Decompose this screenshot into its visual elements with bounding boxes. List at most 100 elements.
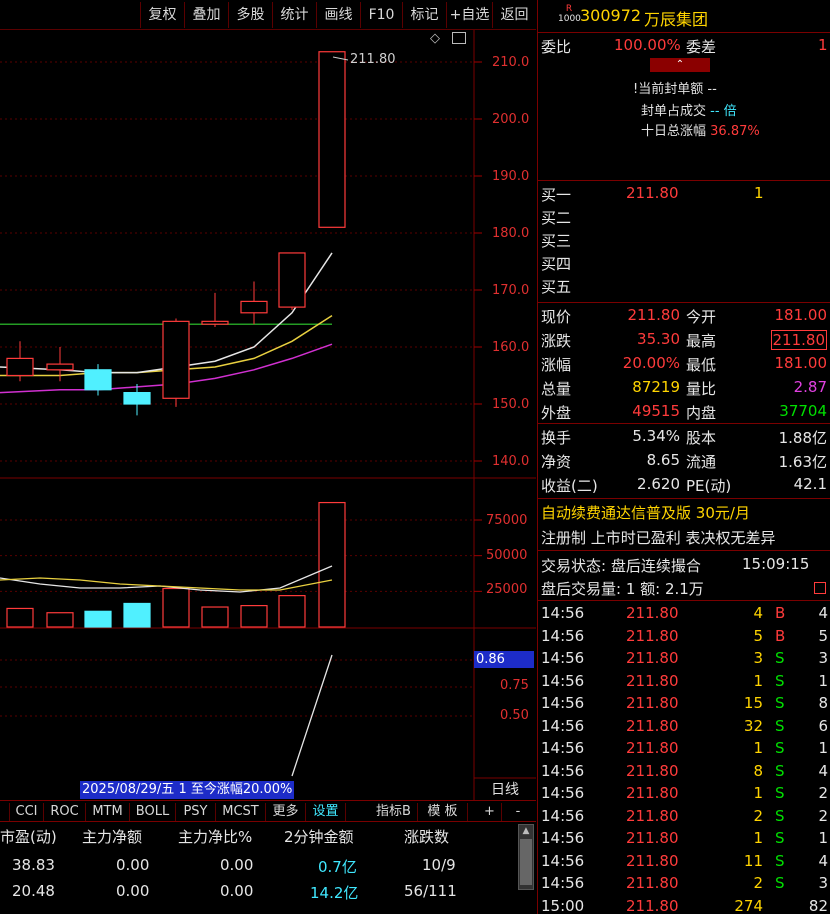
scroll-thumb[interactable]: [520, 839, 532, 885]
volume-bar: [278, 595, 306, 628]
table-scrollbar[interactable]: ▲: [518, 824, 534, 890]
tick-time: 14:56: [541, 604, 585, 622]
tick-volume: 1: [753, 829, 763, 847]
quote-value: 37704: [779, 402, 827, 420]
tick-count: 2: [818, 784, 828, 802]
f10-button[interactable]: F10: [360, 2, 402, 28]
fund-label: 流通: [686, 453, 717, 471]
fund-label: 净资: [541, 453, 572, 471]
tick-count: 82: [808, 896, 828, 914]
tick-time: 14:56: [541, 874, 585, 892]
tick-volume: 1: [753, 739, 763, 757]
tab-indicator-b[interactable]: 指标B: [370, 803, 418, 821]
table-header: 市盈(动): [0, 828, 57, 846]
seal-amount-row: !当前封单额 --: [633, 78, 717, 97]
fund-value: 1.88亿: [778, 429, 827, 447]
stock-name: 万辰集团: [644, 10, 709, 29]
price-tick: 190.0: [492, 169, 530, 184]
tick-direction: S: [775, 671, 785, 690]
quote-value: 211.80: [627, 306, 681, 324]
table-header: 主力净比%: [178, 828, 253, 846]
expand-toggle-button[interactable]: ⌃: [650, 58, 710, 72]
tick-price: 211.80: [626, 829, 679, 847]
tick-direction: S: [775, 806, 785, 825]
quote-panel: R 1000 300972 万辰集团 委比 100.00% 委差 1 ⌃ !当前…: [537, 0, 830, 914]
tick-count: 4: [818, 761, 828, 780]
tab-cci[interactable]: CCI: [10, 803, 44, 821]
quote-value: 211.80: [770, 330, 827, 350]
draw-line-button[interactable]: 画线: [316, 2, 360, 28]
volume-tick: 25000: [486, 582, 528, 597]
seal-ratio-label: 封单占成交: [641, 104, 707, 119]
tick-price: 211.80: [626, 784, 679, 802]
tab-mtm[interactable]: MTM: [86, 803, 130, 821]
kline-chart[interactable]: [0, 30, 536, 800]
tick-price: 211.80: [626, 671, 679, 690]
tab-partial[interactable]: [0, 803, 10, 821]
tick-time: 14:56: [541, 649, 585, 667]
tick-price: 211.80: [626, 806, 679, 825]
tab-template[interactable]: 模 板: [418, 803, 468, 821]
after-hours-volume: 盘后交易量: 1 额: 2.1万: [541, 580, 704, 598]
tick-direction: S: [775, 694, 785, 712]
fund-value: 8.65: [646, 451, 680, 469]
tick-volume: 11: [743, 851, 763, 870]
price-tick: 150.0: [492, 397, 530, 412]
tab-settings[interactable]: 设置: [306, 803, 346, 821]
tick-volume: 2: [753, 806, 763, 825]
fund-label: 股本: [686, 429, 717, 447]
zoom-out-button[interactable]: -: [506, 803, 530, 821]
bid-price: 211.80: [626, 184, 679, 202]
bid-label: 买二: [541, 209, 572, 227]
tick-time: 14:56: [541, 851, 585, 870]
tick-direction: S: [775, 829, 785, 847]
table-cell: 0.00: [116, 882, 150, 900]
overlay-button[interactable]: 叠加: [184, 2, 228, 28]
quote-value: 181.00: [774, 354, 828, 372]
tick-price: 211.80: [626, 874, 679, 892]
quote-value: 87219: [632, 378, 680, 396]
fund-label: 收益(二): [541, 477, 598, 495]
multi-stock-button[interactable]: 多股: [228, 2, 272, 28]
tick-time: 14:56: [541, 716, 585, 735]
period-label[interactable]: 日线: [474, 780, 536, 800]
candle-body: [318, 51, 346, 228]
tick-count: 4: [818, 604, 828, 622]
tab-more[interactable]: 更多: [266, 803, 306, 821]
badge-bottom: 1000: [558, 14, 581, 24]
max-price-label: 211.80: [350, 52, 396, 67]
tick-volume: 2: [753, 874, 763, 892]
back-button[interactable]: 返回: [492, 2, 536, 28]
tick-time: 15:00: [541, 896, 585, 914]
fund-value: 5.34%: [632, 427, 680, 445]
fund-value: 1.63亿: [778, 453, 827, 471]
mark-button[interactable]: 标记: [402, 2, 446, 28]
tab-mcst[interactable]: MCST: [216, 803, 266, 821]
tab-boll[interactable]: BOLL: [130, 803, 176, 821]
statistics-button[interactable]: 统计: [272, 2, 316, 28]
table-cell: 0.00: [116, 856, 150, 874]
tab-psy[interactable]: PSY: [176, 803, 216, 821]
bid-label: 买四: [541, 255, 572, 273]
scroll-up-icon[interactable]: ▲: [519, 825, 533, 837]
tick-count: 1: [818, 739, 828, 757]
add-favorite-button[interactable]: +自选: [446, 2, 492, 28]
tab-roc[interactable]: ROC: [44, 803, 86, 821]
diamond-icon[interactable]: ◇: [430, 31, 440, 46]
table-cell: 14.2亿: [310, 884, 359, 902]
chart-mini-icon[interactable]: [814, 582, 826, 594]
ad-banner-2[interactable]: 注册制 上市时已盈利 表决权无差异: [541, 527, 776, 548]
ad-banner-1[interactable]: 自动续费通达信普及版 30元/月: [541, 502, 750, 523]
candle-body: [240, 300, 268, 314]
fuquan-button[interactable]: 复权: [140, 2, 184, 28]
market-badge: R 1000: [558, 4, 581, 24]
quote-value: 35.30: [637, 330, 680, 348]
bid-label: 买一: [541, 186, 572, 204]
tick-time: 14:56: [541, 626, 585, 645]
quote-label: 涨跌: [541, 332, 572, 350]
tick-time: 14:56: [541, 806, 585, 825]
window-icon[interactable]: [452, 32, 466, 44]
volume-bar: [162, 587, 190, 628]
weicha-label: 委差: [686, 38, 717, 56]
zoom-in-button[interactable]: +: [478, 803, 502, 821]
